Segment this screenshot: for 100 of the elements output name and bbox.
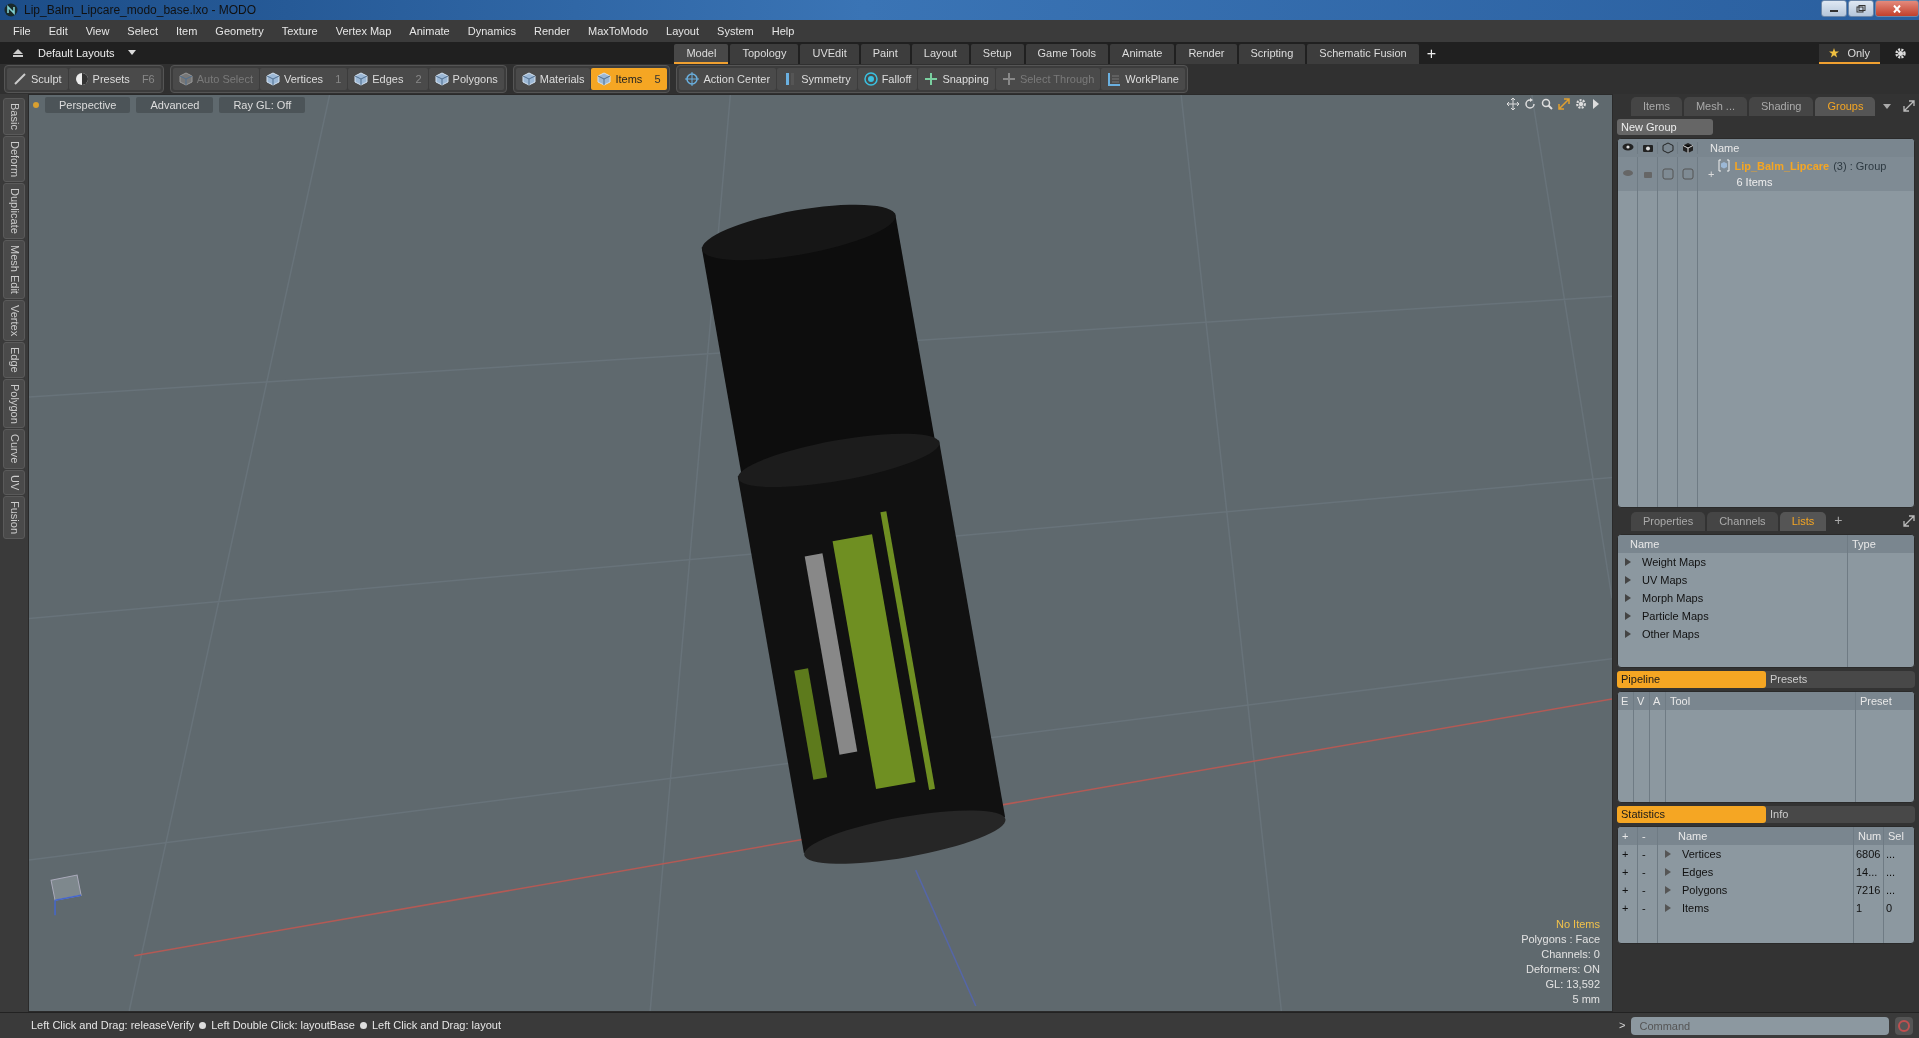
side-tab[interactable]: Vertex: [3, 299, 25, 341]
side-tab[interactable]: Edge: [3, 341, 25, 378]
list-item[interactable]: Other Maps: [1642, 625, 1700, 643]
viewport-button[interactable]: Advanced: [136, 97, 214, 113]
record-icon[interactable]: [1895, 1016, 1913, 1035]
rotate-icon[interactable]: [1524, 98, 1536, 110]
expand-arrow-icon[interactable]: [1664, 886, 1672, 894]
tool-button[interactable]: Action Center: [679, 68, 777, 90]
menu-item[interactable]: File: [4, 20, 40, 42]
expand-arrow-icon[interactable]: [1624, 612, 1632, 620]
side-tab[interactable]: Fusion: [3, 496, 25, 540]
side-tab[interactable]: Mesh Edit: [3, 239, 25, 299]
tool-button[interactable]: Sculpt: [7, 68, 68, 90]
panel-tab[interactable]: Properties: [1631, 512, 1706, 531]
command-field[interactable]: Command: [1631, 1016, 1889, 1035]
gear-icon[interactable]: [1575, 98, 1587, 110]
add-button[interactable]: +: [1618, 899, 1638, 917]
side-tab[interactable]: UV: [3, 469, 25, 496]
minimize-button[interactable]: [1821, 0, 1847, 17]
add-tab-button[interactable]: +: [1828, 510, 1849, 531]
panel-tab[interactable]: Channels: [1707, 512, 1778, 531]
side-tab[interactable]: Curve: [3, 429, 25, 469]
layout-tab[interactable]: UVEdit: [800, 44, 859, 64]
layout-dropdown[interactable]: Default Layouts: [6, 44, 143, 62]
menu-item[interactable]: Layout: [657, 20, 709, 42]
remove-button[interactable]: -: [1638, 845, 1658, 863]
panel-tab[interactable]: Statistics: [1617, 806, 1766, 823]
play-icon[interactable]: [1592, 98, 1600, 110]
close-button[interactable]: [1875, 0, 1919, 17]
remove-button[interactable]: -: [1638, 863, 1658, 881]
panel-tab[interactable]: Lists: [1779, 512, 1827, 531]
maximize-button[interactable]: [1848, 0, 1874, 17]
maximize-icon[interactable]: [1903, 515, 1915, 527]
menu-item[interactable]: View: [76, 20, 119, 42]
tool-button[interactable]: Symmetry: [777, 68, 857, 90]
layout-tab[interactable]: Scripting: [1238, 44, 1306, 64]
menu-item[interactable]: Render: [525, 20, 580, 42]
side-tab[interactable]: Basic: [3, 98, 25, 135]
list-item[interactable]: UV Maps: [1642, 571, 1688, 589]
tool-button[interactable]: Presets F6: [68, 68, 161, 90]
expand-arrow-icon[interactable]: [1624, 594, 1632, 602]
expand-arrow-icon[interactable]: [1624, 576, 1632, 584]
layout-tab[interactable]: Layout: [911, 44, 969, 64]
panel-tab[interactable]: Pipeline: [1617, 671, 1766, 688]
remove-button[interactable]: -: [1638, 899, 1658, 917]
tool-button[interactable]: Snapping: [918, 68, 995, 90]
menu-item[interactable]: Item: [166, 20, 207, 42]
viewport-button[interactable]: Perspective: [45, 97, 131, 113]
layout-tab[interactable]: Render: [1176, 44, 1237, 64]
move-icon[interactable]: [1507, 98, 1519, 110]
caret-icon[interactable]: [1883, 104, 1892, 110]
search-icon[interactable]: [1541, 98, 1553, 110]
tool-button[interactable]: Materials: [515, 68, 591, 90]
panel-tab[interactable]: Shading: [1749, 97, 1814, 116]
layout-tab[interactable]: Setup: [970, 44, 1024, 64]
list-item[interactable]: Morph Maps: [1642, 589, 1704, 607]
tool-button[interactable]: Edges 2: [348, 68, 428, 90]
viewport-button[interactable]: Ray GL: Off: [219, 97, 306, 113]
tool-button[interactable]: Falloff: [857, 68, 918, 90]
expand-arrow-icon[interactable]: [1624, 630, 1632, 638]
tool-button[interactable]: Items 5: [591, 68, 668, 90]
panel-tab[interactable]: Info: [1766, 806, 1915, 823]
expand-arrow-icon[interactable]: [1624, 558, 1632, 566]
layout-tab[interactable]: Paint: [860, 44, 910, 64]
side-tab[interactable]: Duplicate: [3, 182, 25, 239]
new-group-button[interactable]: New Group: [1617, 119, 1713, 135]
side-tab[interactable]: Deform: [3, 135, 25, 182]
layout-tab[interactable]: Topology: [730, 44, 799, 64]
add-tab-button[interactable]: +: [1420, 45, 1443, 63]
expand-arrow-icon[interactable]: [1664, 868, 1672, 876]
layout-tab[interactable]: Animate: [1110, 44, 1175, 64]
menu-item[interactable]: Dynamics: [458, 20, 525, 42]
menu-item[interactable]: Geometry: [206, 20, 273, 42]
expand-arrow-icon[interactable]: [1664, 850, 1672, 858]
add-button[interactable]: +: [1618, 881, 1638, 899]
menu-item[interactable]: Vertex Map: [326, 20, 401, 42]
menu-item[interactable]: Select: [118, 20, 167, 42]
layout-tab[interactable]: Game Tools: [1025, 44, 1109, 64]
layout-tab[interactable]: Model: [674, 44, 729, 64]
menu-item[interactable]: Texture: [272, 20, 327, 42]
menu-item[interactable]: Help: [762, 20, 804, 42]
menu-item[interactable]: Edit: [39, 20, 77, 42]
remove-button[interactable]: -: [1638, 881, 1658, 899]
add-button[interactable]: +: [1618, 863, 1638, 881]
only-toggle[interactable]: Only: [1819, 44, 1880, 64]
tool-button[interactable]: Vertices 1: [260, 68, 348, 90]
side-tab[interactable]: Polygon: [3, 378, 25, 429]
panel-tab[interactable]: Mesh ...: [1683, 97, 1748, 116]
menu-item[interactable]: System: [708, 20, 763, 42]
maximize-icon[interactable]: [1903, 100, 1915, 112]
layout-tab[interactable]: Schematic Fusion: [1307, 44, 1419, 64]
panel-tab[interactable]: Groups: [1815, 97, 1876, 116]
tool-button[interactable]: Polygons: [428, 68, 504, 90]
panel-tab[interactable]: Items: [1631, 97, 1682, 116]
list-item[interactable]: Particle Maps: [1642, 607, 1709, 625]
add-button[interactable]: +: [1618, 845, 1638, 863]
panel-tab[interactable]: Presets: [1766, 671, 1915, 688]
menu-item[interactable]: Animate: [400, 20, 459, 42]
tool-button[interactable]: WorkPlane: [1101, 68, 1185, 90]
expand-arrow-icon[interactable]: [1664, 904, 1672, 912]
